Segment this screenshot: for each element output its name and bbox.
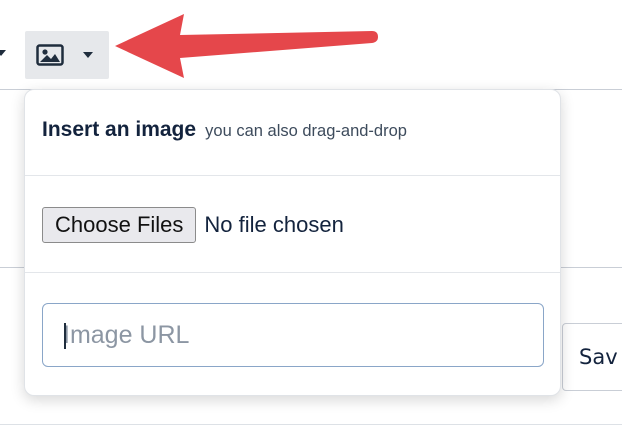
insert-image-popup: Insert an image you can also drag-and-dr… (24, 89, 561, 396)
choose-files-button[interactable]: Choose Files (42, 207, 197, 243)
popup-subtitle: you can also drag-and-drop (205, 122, 407, 140)
image-url-input[interactable] (42, 303, 544, 367)
popup-divider (25, 272, 560, 273)
previous-dropdown-caret-icon[interactable] (0, 50, 6, 56)
file-status-text: No file chosen (204, 212, 344, 237)
stage: Sav Insert an image you can also drag-an… (0, 0, 622, 440)
file-picker: Choose Files No file chosen (42, 207, 344, 243)
image-icon (36, 44, 64, 66)
bottom-divider (0, 424, 622, 425)
popup-divider (25, 175, 560, 176)
text-cursor (64, 323, 66, 349)
annotation-arrow (115, 14, 378, 78)
popup-title: Insert an image (42, 118, 197, 141)
save-button[interactable]: Sav (562, 323, 622, 391)
insert-image-toolbar-button[interactable] (25, 31, 109, 79)
popup-header: Insert an image you can also drag-and-dr… (42, 118, 407, 142)
chevron-down-icon[interactable] (83, 52, 93, 58)
